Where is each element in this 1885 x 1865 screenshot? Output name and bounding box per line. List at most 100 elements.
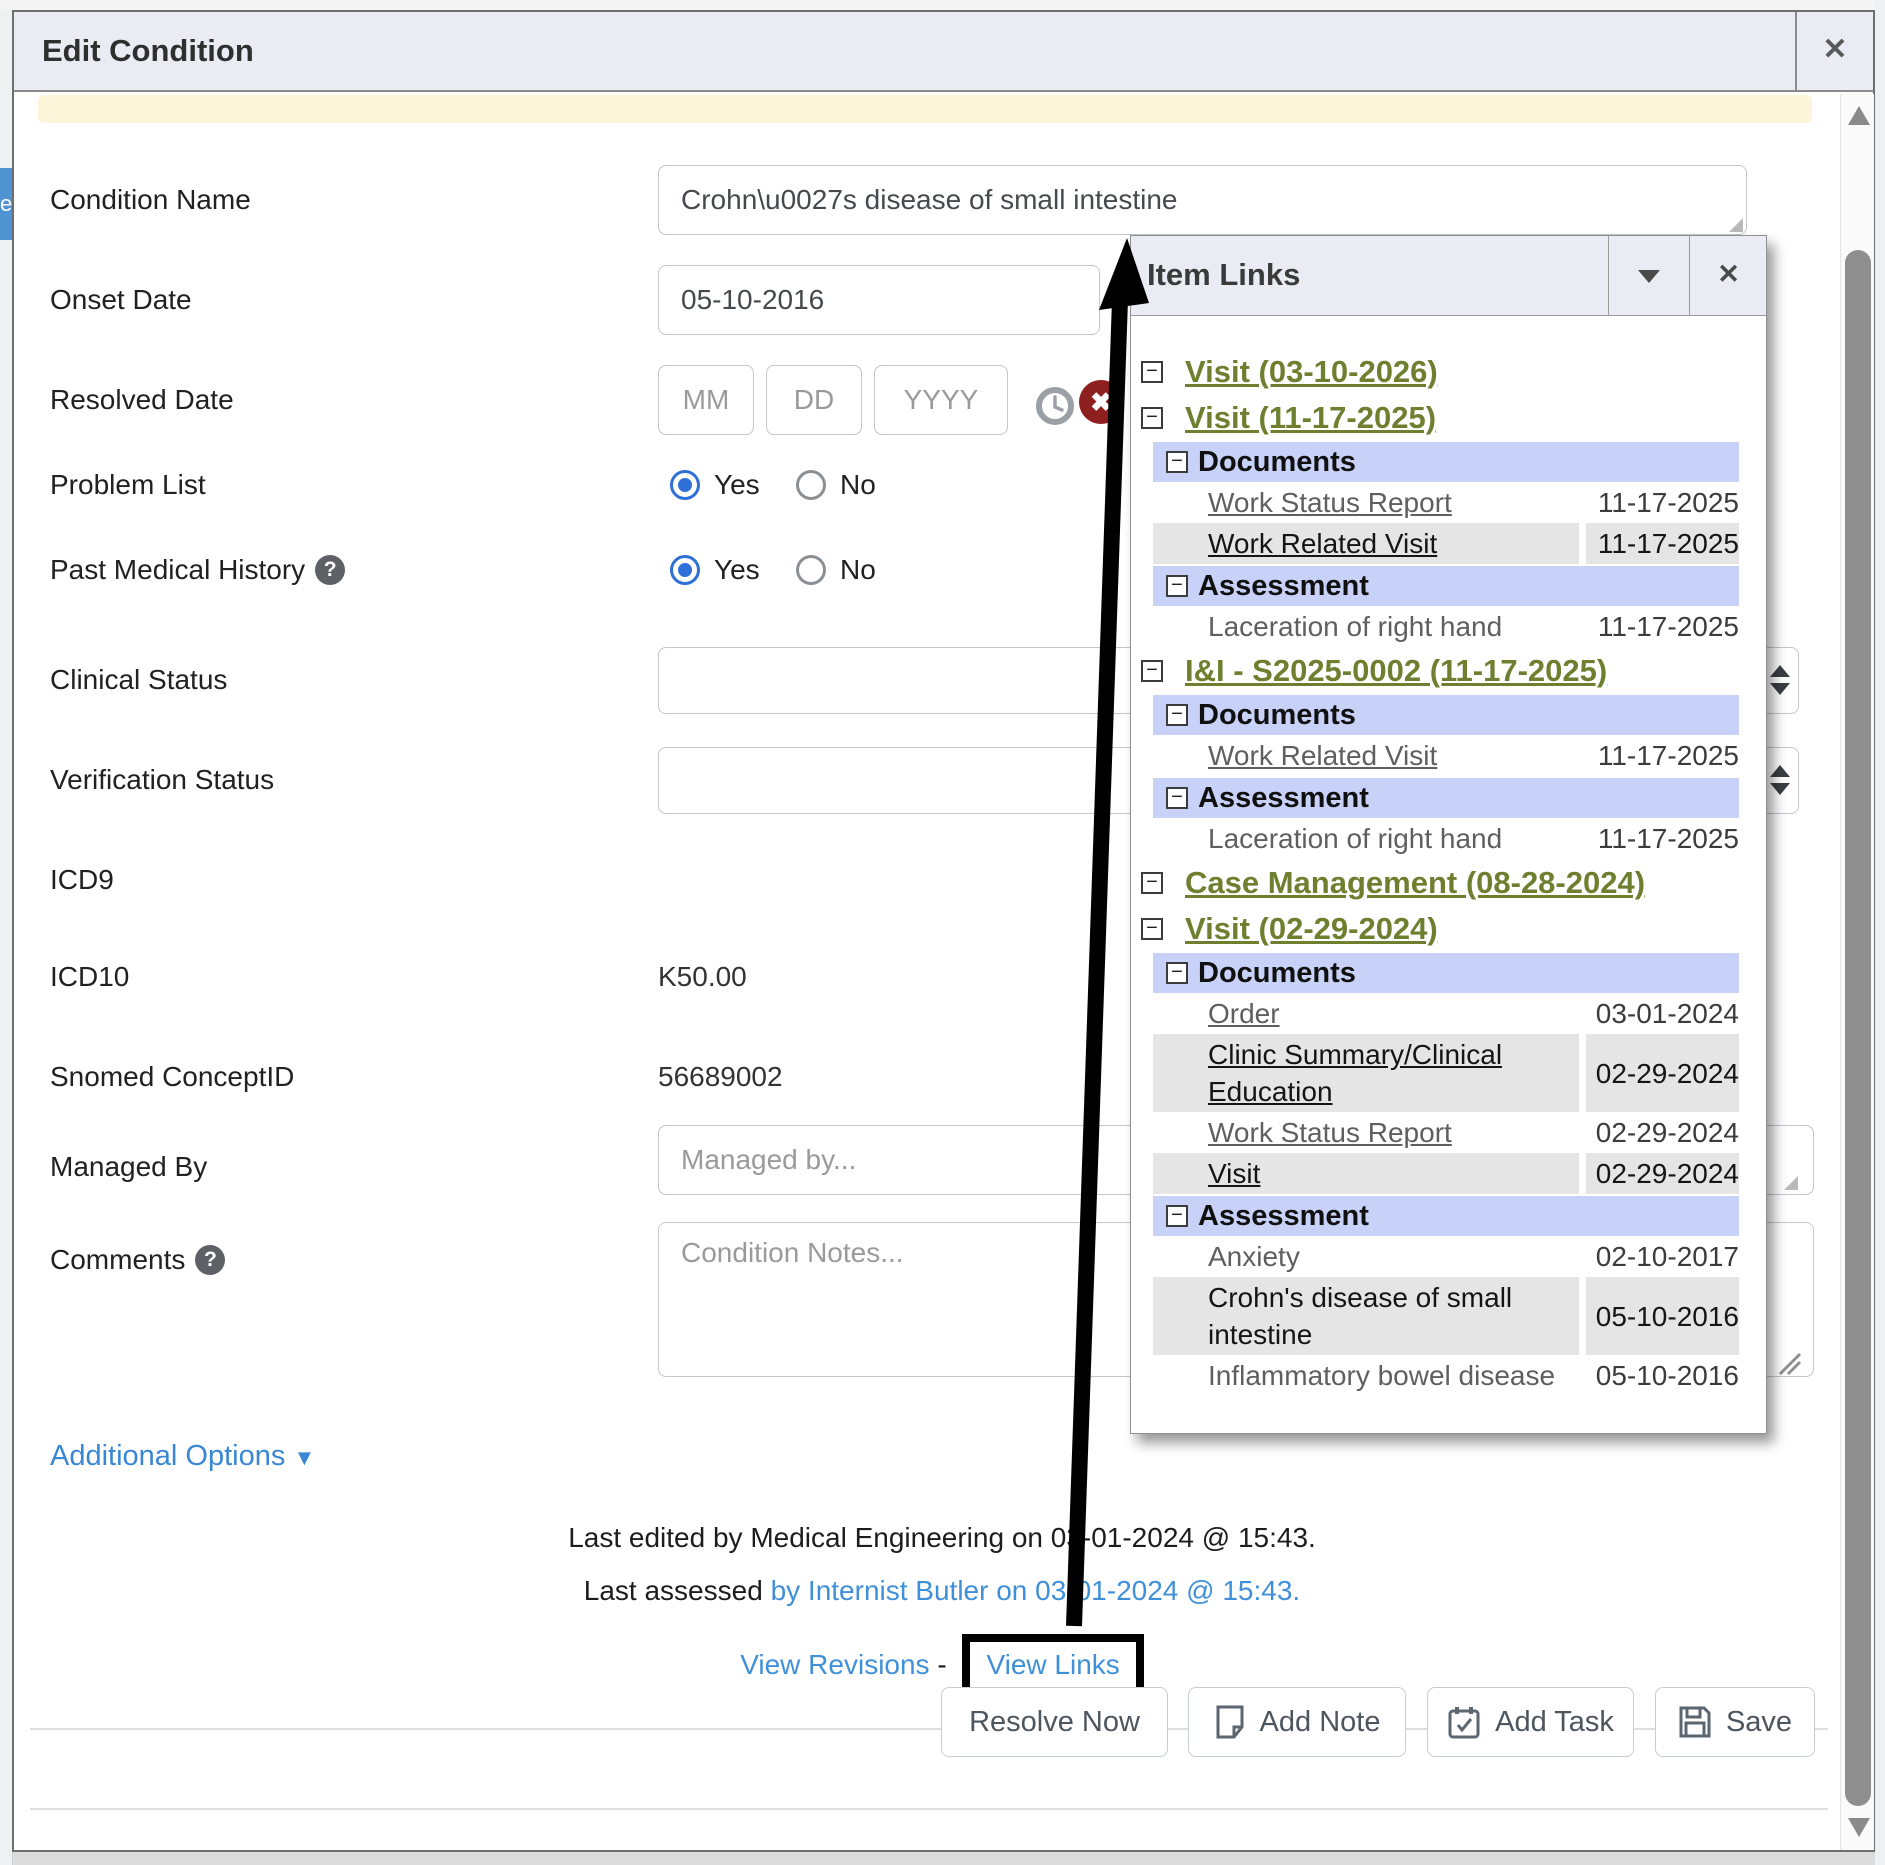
help-icon[interactable]: ?	[315, 555, 345, 585]
condition-name-input[interactable]	[658, 165, 1747, 235]
resolve-now-label: Resolve Now	[969, 1706, 1140, 1739]
pmh-no-radio[interactable]	[796, 555, 826, 585]
scrollbar-up-arrow-icon[interactable]	[1848, 106, 1870, 125]
tree-item-name[interactable]: Work Related Visit	[1153, 523, 1579, 564]
tree-section-row: −Documents	[1153, 953, 1739, 993]
clear-date-icon[interactable]: ✖	[1079, 380, 1123, 424]
tree-item-name[interactable]: Work Related Visit	[1153, 735, 1579, 776]
collapse-icon[interactable]: −	[1166, 787, 1188, 809]
onset-date-input[interactable]	[658, 265, 1100, 335]
item-links-title: Item Links	[1147, 236, 1300, 314]
tree-group-link[interactable]: Case Management (08-28-2024)	[1185, 865, 1645, 901]
tree-item-name[interactable]: Clinic Summary/Clinical Education	[1153, 1034, 1579, 1112]
tree-item-date: 02-29-2024	[1586, 1112, 1739, 1153]
icd10-label: ICD10	[50, 957, 129, 997]
tree-section-label: Assessment	[1198, 1200, 1369, 1233]
tree-group-row: −Visit (11-17-2025)	[1137, 395, 1739, 440]
tree-item-row: Anxiety02-10-2017	[1153, 1236, 1739, 1277]
panel-collapse-button[interactable]	[1608, 236, 1689, 315]
add-task-label: Add Task	[1495, 1706, 1614, 1739]
tree-item-row: Work Related Visit11-17-2025	[1153, 735, 1739, 776]
tree-item-date: 11-17-2025	[1586, 523, 1739, 564]
tree-group-link[interactable]: Visit (11-17-2025)	[1185, 400, 1436, 436]
tree-item-date: 03-01-2024	[1586, 993, 1739, 1034]
collapse-icon[interactable]: −	[1141, 872, 1163, 894]
collapse-icon[interactable]: −	[1141, 407, 1163, 429]
collapse-icon[interactable]: −	[1166, 704, 1188, 726]
tree-group-link[interactable]: Visit (02-29-2024)	[1185, 911, 1438, 947]
problem-list-yes-radio[interactable]	[670, 470, 700, 500]
collapse-icon[interactable]: −	[1141, 918, 1163, 940]
last-assessed-link[interactable]: by Internist Butler on 03-01-2024 @ 15:4…	[771, 1575, 1301, 1606]
icd9-label: ICD9	[50, 860, 114, 900]
select-stepper-icon[interactable]	[1770, 765, 1792, 795]
tree-item-date: 11-17-2025	[1586, 735, 1739, 776]
resolved-date-label: Resolved Date	[50, 380, 234, 420]
tree-item-row: Inflammatory bowel disease05-10-2016	[1153, 1355, 1739, 1396]
tree-item-date: 02-29-2024	[1586, 1153, 1739, 1194]
tree-section-row: −Assessment	[1153, 1196, 1739, 1236]
snomed-label: Snomed ConceptID	[50, 1057, 294, 1097]
tree-item-row: Work Status Report11-17-2025	[1153, 482, 1739, 523]
pmh-yes-radio[interactable]	[670, 555, 700, 585]
last-assessed-text: Last assessed by Internist Butler on 03-…	[14, 1570, 1870, 1612]
collapse-icon[interactable]: −	[1141, 361, 1163, 383]
collapse-icon[interactable]: −	[1166, 451, 1188, 473]
last-assessed-prefix: Last assessed	[584, 1575, 771, 1606]
save-icon	[1678, 1705, 1712, 1739]
tree-group-link[interactable]: Visit (03-10-2026)	[1185, 354, 1438, 390]
scrollbar-down-arrow-icon[interactable]	[1848, 1818, 1870, 1837]
tree-section-row: −Documents	[1153, 442, 1739, 482]
past-medical-history-label: Past Medical History ?	[50, 550, 345, 590]
collapse-icon[interactable]: −	[1166, 575, 1188, 597]
resolve-now-button[interactable]: Resolve Now	[941, 1687, 1168, 1757]
clock-icon[interactable]	[1035, 386, 1075, 426]
resolved-year-input[interactable]	[874, 365, 1008, 435]
background-page-sliver-right	[1875, 0, 1885, 1865]
problem-list-yes-label: Yes	[714, 470, 760, 500]
resize-handle-icon[interactable]	[1784, 1176, 1798, 1190]
add-task-button[interactable]: Add Task	[1427, 1687, 1634, 1757]
tree-item-row: Order03-01-2024	[1153, 993, 1739, 1034]
pmh-yes-label: Yes	[714, 555, 760, 585]
tree-item-name[interactable]: Work Status Report	[1153, 1112, 1579, 1153]
tree-section-row: −Documents	[1153, 695, 1739, 735]
collapse-icon[interactable]: −	[1166, 962, 1188, 984]
last-edited-text: Last edited by Medical Engineering on 03…	[14, 1517, 1870, 1559]
background-button-fragment: el	[0, 168, 12, 240]
select-stepper-icon[interactable]	[1770, 665, 1792, 695]
help-icon[interactable]: ?	[195, 1245, 225, 1275]
tree-group-link[interactable]: I&I - S2025-0002 (11-17-2025)	[1185, 653, 1607, 689]
add-note-button[interactable]: Add Note	[1188, 1687, 1406, 1757]
tree-item-name[interactable]: Order	[1153, 993, 1579, 1034]
tree-item-name[interactable]: Visit	[1153, 1153, 1579, 1194]
tree-item-row: Clinic Summary/Clinical Education02-29-2…	[1153, 1034, 1739, 1112]
resize-grip-icon[interactable]	[1776, 1350, 1802, 1376]
view-revisions-link[interactable]: View Revisions	[740, 1649, 929, 1680]
tree-group-row: −Visit (02-29-2024)	[1137, 906, 1739, 951]
background-page-sliver-top	[0, 0, 1885, 10]
panel-close-icon[interactable]: ✕	[1689, 236, 1767, 315]
collapse-icon[interactable]: −	[1141, 660, 1163, 682]
additional-options-link[interactable]: Additional Options ▼	[50, 1440, 315, 1473]
divider	[30, 1808, 1828, 1810]
save-button[interactable]: Save	[1655, 1687, 1815, 1757]
collapse-icon[interactable]: −	[1166, 1205, 1188, 1227]
resolved-day-input[interactable]	[766, 365, 862, 435]
tree-item-name: Crohn's disease of small intestine	[1153, 1277, 1579, 1355]
problem-list-no-radio[interactable]	[796, 470, 826, 500]
resize-handle-icon[interactable]	[1729, 218, 1743, 232]
close-icon[interactable]: ✕	[1795, 12, 1873, 90]
item-links-header[interactable]: Item Links ✕	[1131, 236, 1766, 316]
tree-item-name[interactable]: Work Status Report	[1153, 482, 1579, 523]
verification-status-label: Verification Status	[50, 760, 274, 800]
tree-item-name: Laceration of right hand	[1153, 818, 1579, 859]
condition-name-label: Condition Name	[50, 180, 251, 220]
tree-item-name: Laceration of right hand	[1153, 606, 1579, 647]
resolved-month-input[interactable]	[658, 365, 754, 435]
dialog-header: Edit Condition ✕	[14, 12, 1873, 92]
view-links-link[interactable]: View Links	[986, 1649, 1119, 1680]
notice-strip	[38, 95, 1812, 123]
tree-group-row: −Case Management (08-28-2024)	[1137, 860, 1739, 905]
tree-item-row: Work Related Visit11-17-2025	[1153, 523, 1739, 564]
